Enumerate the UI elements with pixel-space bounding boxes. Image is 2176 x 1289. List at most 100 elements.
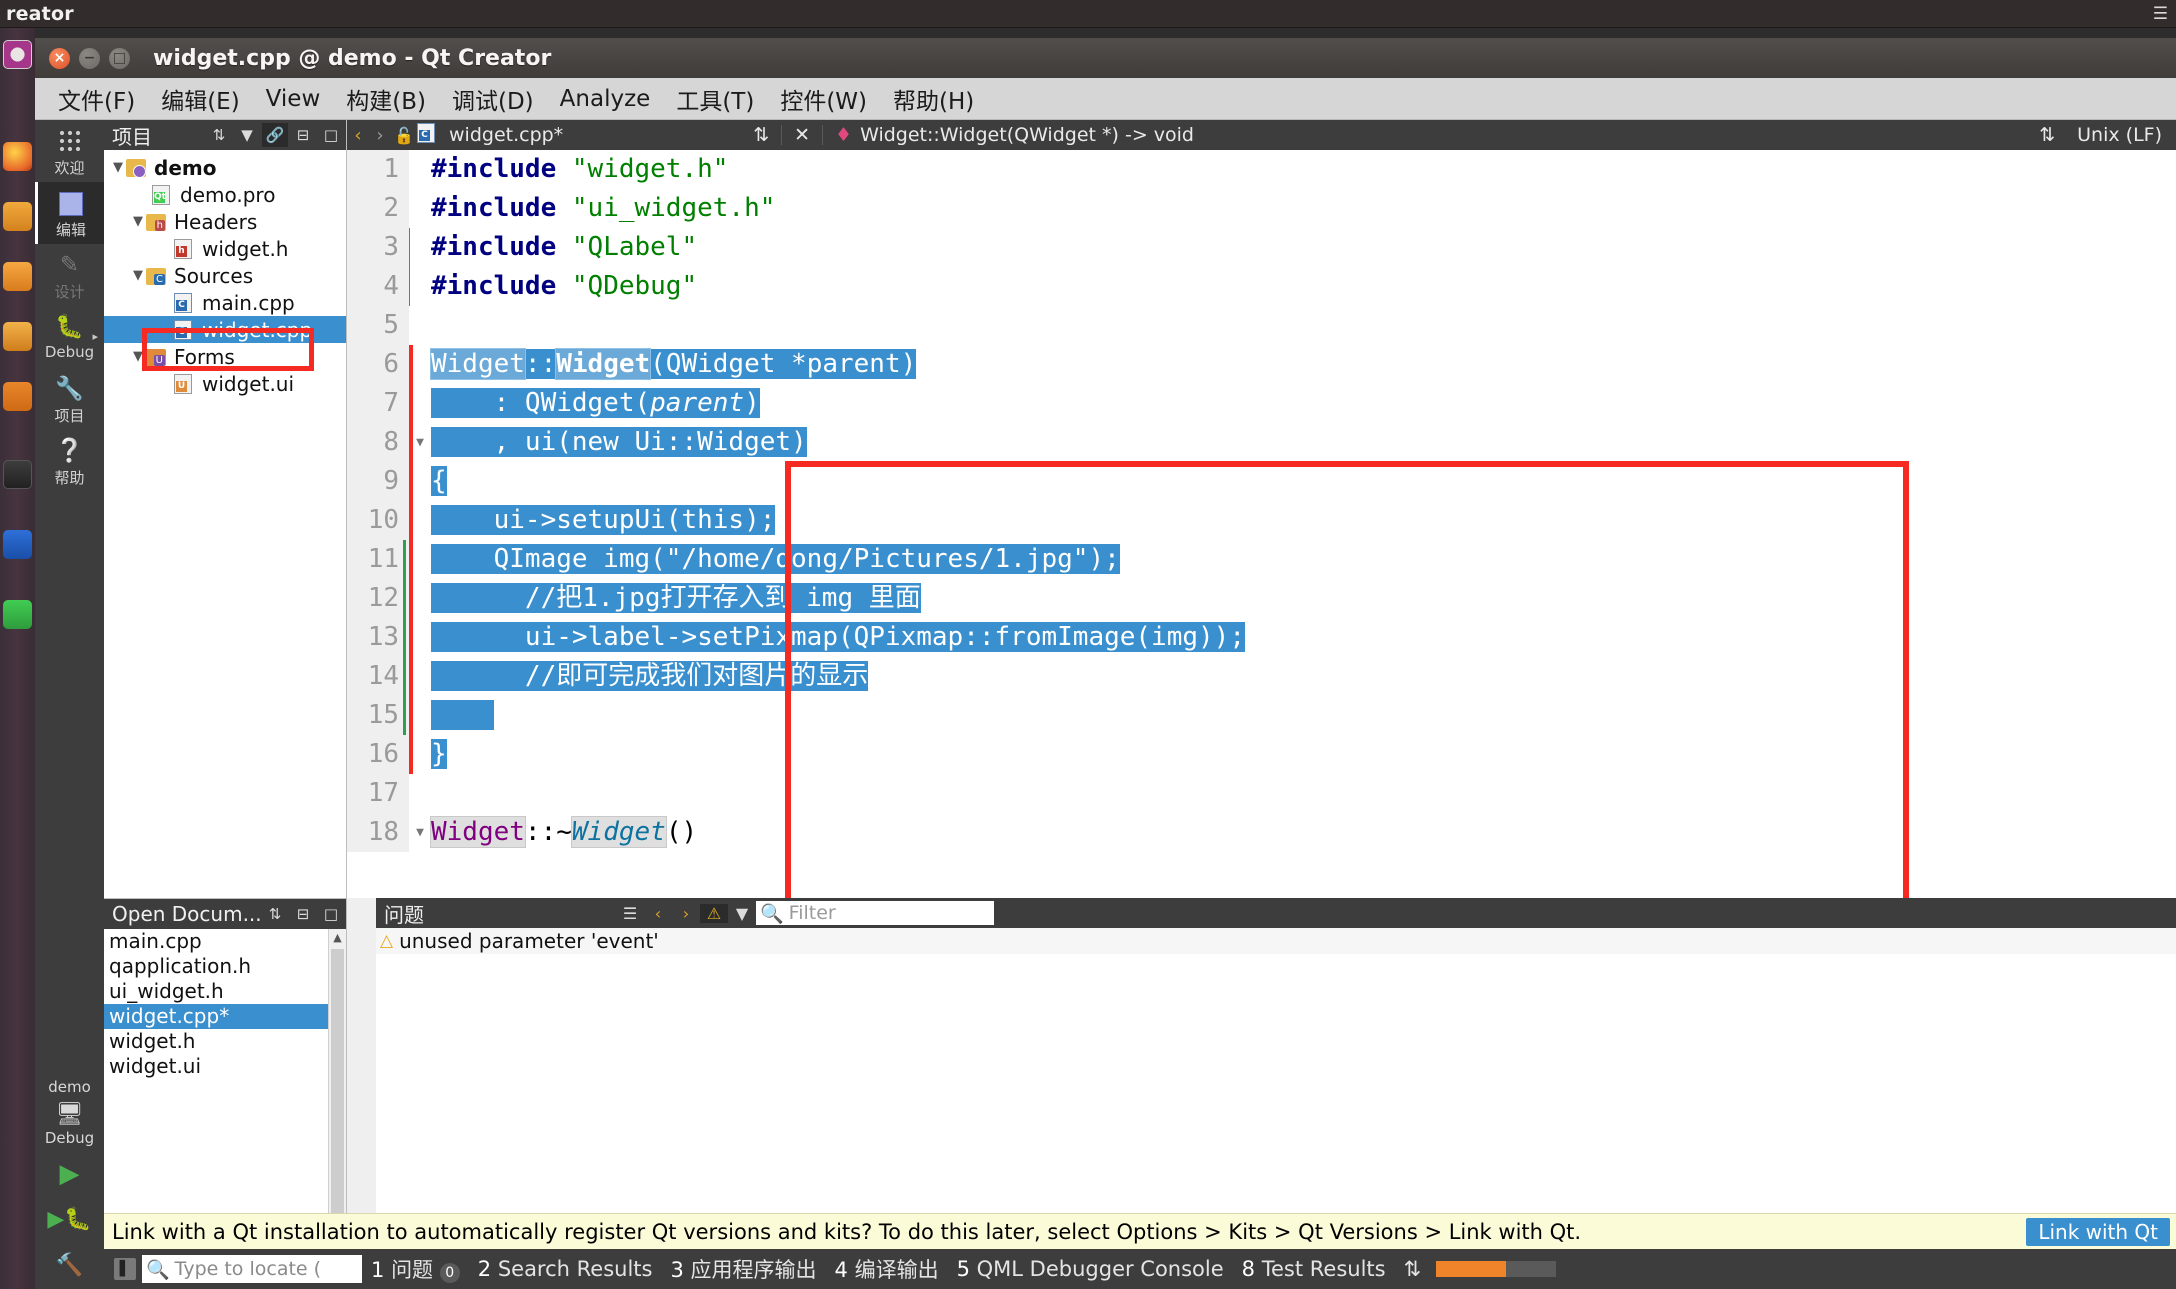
launcher-item-firefox[interactable] — [1, 140, 34, 173]
link-icon[interactable]: 🔗 — [262, 123, 288, 147]
code-line[interactable]: 8 ▼ , ui(new Ui::Widget) — [347, 423, 2176, 462]
output-pane-button-test-results[interactable]: 8 Test Results — [1233, 1257, 1395, 1281]
unlocked-icon[interactable]: 🔓 — [391, 126, 417, 145]
launcher-item-ubuntu-dash[interactable] — [1, 38, 34, 71]
tree-item-headers[interactable]: ▼ h Headers — [104, 208, 346, 235]
menu-view[interactable]: View — [253, 84, 334, 114]
launcher-item-help[interactable] — [1, 380, 34, 413]
output-pane-updown-icon[interactable]: ⇅ — [1395, 1257, 1431, 1281]
menu-debug[interactable]: 调试(D) — [439, 80, 547, 118]
link-with-qt-button[interactable]: Link with Qt — [2026, 1218, 2170, 1246]
code-line[interactable]: 3 #include "QLabel" — [347, 228, 2176, 267]
output-pane-button-compile-output[interactable]: 4 编译输出 — [826, 1254, 948, 1284]
warning-filter-icon[interactable]: ⚠ — [700, 903, 728, 923]
prev-issue-icon[interactable]: ‹ — [644, 904, 672, 923]
chevron-right-icon[interactable]: ▸ — [92, 330, 98, 343]
list-item[interactable]: qapplication.h — [104, 954, 346, 979]
launcher-item-amazon[interactable] — [1, 320, 34, 353]
tree-item-sources[interactable]: ▼ C Sources — [104, 262, 346, 289]
tree-item-demo[interactable]: ▼ demo — [104, 154, 346, 181]
code-line[interactable]: 2 #include "ui_widget.h" — [347, 189, 2176, 228]
code-line[interactable]: 18 ▼ Widget::~Widget() — [347, 813, 2176, 852]
close-icon[interactable]: □ — [318, 902, 344, 926]
kit-selector[interactable]: demo 🖥 Debug — [35, 1070, 104, 1151]
window-close-button[interactable]: × — [49, 48, 70, 69]
issues-filter-input[interactable]: 🔍 Filter — [756, 901, 994, 925]
tree-item-widget-h[interactable]: h widget.h — [104, 235, 346, 262]
close-icon[interactable]: ✕ — [794, 124, 810, 146]
line-ending-label[interactable]: Unix (LF) — [2063, 124, 2176, 146]
menu-help[interactable]: 帮助(H) — [880, 80, 987, 118]
window-maximize-button[interactable]: □ — [109, 48, 130, 69]
menu-widgets[interactable]: 控件(W) — [767, 80, 880, 118]
line-ending-group[interactable]: ⇅ Unix (LF) — [2039, 124, 2176, 146]
list-item[interactable]: main.cpp — [104, 929, 346, 954]
list-item[interactable]: widget.cpp* — [104, 1004, 346, 1029]
debug-button[interactable]: ▶🐛 — [35, 1197, 104, 1243]
close-icon[interactable]: □ — [318, 123, 344, 147]
code-line[interactable]: 4 #include "QDebug" — [347, 267, 2176, 306]
code-line[interactable]: 7 : QWidget(parent) — [347, 384, 2176, 423]
list-item[interactable]: widget.h — [104, 1029, 346, 1054]
mode-welcome[interactable]: 欢迎 — [35, 120, 104, 182]
updown-icon[interactable]: ⇅ — [753, 124, 769, 146]
launcher-item-software-center[interactable] — [1, 260, 34, 293]
menu-edit[interactable]: 编辑(E) — [148, 80, 252, 118]
code-line[interactable]: 11 QImage img("/home/dong/Pictures/1.jpg… — [347, 540, 2176, 579]
sidebar-icon[interactable]: ▌ — [114, 1258, 136, 1280]
sort-icon[interactable]: ⇅ — [206, 123, 232, 147]
chevron-down-icon[interactable]: ▼ — [130, 214, 146, 229]
tree-item-widget-ui[interactable]: U widget.ui — [104, 370, 346, 397]
run-button[interactable]: ▶ — [35, 1151, 104, 1197]
code-line[interactable]: 1 #include "widget.h" — [347, 150, 2176, 189]
mode-edit[interactable]: 编辑 — [35, 182, 104, 244]
output-pane-button-qml-debugger[interactable]: 5 QML Debugger Console — [948, 1257, 1233, 1281]
launcher-item-text-editor[interactable] — [1, 458, 34, 491]
tree-item-demo-pro[interactable]: Qt demo.pro — [104, 181, 346, 208]
mode-debug[interactable]: 🐛 ▸ Debug — [35, 306, 104, 368]
launcher-item-qt-creator[interactable] — [1, 598, 34, 631]
chevron-down-icon[interactable]: ▼ — [110, 160, 126, 175]
mode-projects[interactable]: 🔧 项目 — [35, 368, 104, 430]
split-icon[interactable]: ⊟ — [290, 902, 316, 926]
code-line[interactable]: 10 ui->setupUi(this); — [347, 501, 2176, 540]
menu-build[interactable]: 构建(B) — [333, 80, 439, 118]
symbol-label[interactable]: Widget::Widget(QWidget *) -> void — [860, 124, 1194, 146]
unity-launcher[interactable] — [0, 28, 35, 1289]
next-issue-icon[interactable]: › — [672, 904, 700, 923]
menu-file[interactable]: 文件(F) — [45, 80, 148, 118]
code-line[interactable]: 12 //把1.jpg打开存入到 img 里面 — [347, 579, 2176, 618]
output-pane-button-app-output[interactable]: 3 应用程序输出 — [661, 1254, 825, 1284]
editor-tab-widget-cpp[interactable]: widget.cpp* — [439, 124, 573, 146]
split-icon[interactable]: ⊟ — [290, 123, 316, 147]
list-item[interactable]: widget.ui — [104, 1054, 346, 1079]
nav-forward-icon[interactable]: › — [369, 125, 391, 146]
scrollbar-thumb[interactable] — [331, 949, 344, 1249]
hamburger-icon[interactable]: ☰ — [2153, 4, 2168, 24]
code-line[interactable]: 16 } — [347, 735, 2176, 774]
tree-item-main-cpp[interactable]: C main.cpp — [104, 289, 346, 316]
mode-help[interactable]: ❔ 帮助 — [35, 430, 104, 492]
chevron-down-icon[interactable]: ▼ — [130, 268, 146, 283]
menu-tools[interactable]: 工具(T) — [663, 80, 767, 118]
mode-design[interactable]: ✎ 设计 — [35, 244, 104, 306]
window-minimize-button[interactable]: − — [79, 48, 100, 69]
open-documents-list[interactable]: main.cpp qapplication.h ui_widget.h widg… — [104, 929, 346, 1079]
build-button[interactable]: 🔨 — [35, 1243, 104, 1289]
table-row[interactable]: △ unused parameter 'event' — [376, 928, 2176, 954]
scroll-up-icon[interactable]: ▲ — [329, 929, 346, 947]
code-line[interactable]: 14 //即可完成我们对图片的显示 — [347, 657, 2176, 696]
sort-icon[interactable]: ⇅ — [262, 902, 288, 926]
project-tree[interactable]: ▼ demo Qt demo.pro ▼ h Headers h widget.… — [104, 150, 346, 397]
code-line[interactable]: 15 — [347, 696, 2176, 735]
fold-marker-icon[interactable]: ▼ — [413, 423, 427, 462]
expand-icon[interactable]: ☰ — [616, 904, 644, 923]
output-pane-button-search-results[interactable]: 2 Search Results — [469, 1257, 662, 1281]
locate-input[interactable]: 🔍 Type to locate ( — [142, 1255, 362, 1283]
launcher-item-files[interactable] — [1, 200, 34, 233]
code-line[interactable]: 17 — [347, 774, 2176, 813]
code-line[interactable]: 13 ui->label->setPixmap(QPixmap::fromIma… — [347, 618, 2176, 657]
fold-marker-icon[interactable]: ▼ — [413, 813, 427, 852]
code-line[interactable]: 6 Widget::Widget(QWidget *parent) — [347, 345, 2176, 384]
code-text-area[interactable]: 1 #include "widget.h" 2 #include "ui_wid… — [347, 150, 2176, 898]
